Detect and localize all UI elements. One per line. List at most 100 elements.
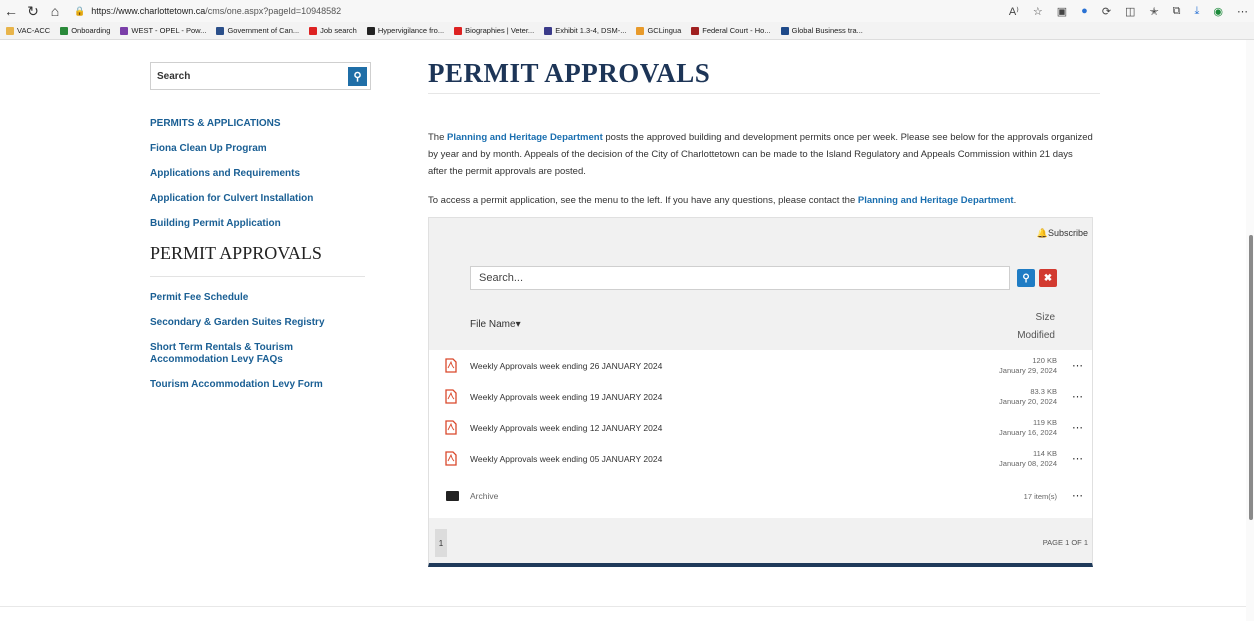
- sidebar-heading: PERMIT APPROVALS: [150, 243, 365, 277]
- bookmark-icon: [636, 26, 645, 35]
- bookmark-item[interactable]: Global Business tra...: [780, 26, 863, 35]
- bookmark-item[interactable]: VAC-ACC: [6, 26, 50, 35]
- archive-folder-name[interactable]: Archive: [470, 491, 498, 501]
- close-icon: ✖: [1043, 272, 1053, 284]
- planning-dept-contact-link[interactable]: Planning and Heritage Department: [858, 195, 1014, 206]
- address-bar[interactable]: 🔒 https://www.charlottetown.ca/cms/one.a…: [74, 6, 341, 17]
- browser-toolbar: ← ↻ ⌂ 🔒 https://www.charlottetown.ca/cms…: [0, 0, 1254, 22]
- sidebar-search[interactable]: Search ⚲: [150, 62, 371, 90]
- sort-by-filename[interactable]: File Name▾: [470, 319, 521, 330]
- file-size: 119 KB: [1032, 418, 1057, 427]
- read-aloud-icon[interactable]: A⁾: [1009, 5, 1019, 18]
- home-icon[interactable]: ⌂: [44, 0, 66, 22]
- downloads-icon[interactable]: ⤓: [1195, 5, 1200, 18]
- file-search-input[interactable]: Search...: [470, 266, 1010, 290]
- size-modified-header[interactable]: Size Modified: [1017, 309, 1055, 345]
- file-date: January 29, 2024: [999, 366, 1057, 375]
- bookmark-label: Global Business tra...: [791, 26, 863, 35]
- file-name[interactable]: Weekly Approvals week ending 12 JANUARY …: [470, 423, 662, 433]
- browser-actions: A⁾ ☆ ▣ ● ⟳ ◫ ✭ ⧉ ⤓ ◉ ⋯: [1009, 0, 1248, 22]
- bookmark-label: GCLingua: [647, 26, 682, 35]
- access-text-start: To access a permit application, see the …: [428, 195, 858, 206]
- sidebar-link[interactable]: Building Permit Application: [150, 218, 372, 230]
- page-indicator: PAGE 1 OF 1: [1042, 538, 1088, 547]
- url-path: /cms/one.aspx?pageId=10948582: [205, 6, 342, 16]
- bookmark-item[interactable]: Federal Court - Ho...: [691, 26, 771, 35]
- subscribe-button[interactable]: 🔔Subscribe: [1037, 228, 1088, 239]
- file-name[interactable]: Weekly Approvals week ending 05 JANUARY …: [470, 454, 662, 464]
- bell-icon: 🔔: [1036, 228, 1048, 238]
- collections-icon[interactable]: ⧉: [1173, 5, 1181, 18]
- planning-dept-link[interactable]: Planning and Heritage Department: [447, 132, 603, 143]
- bookmark-label: Exhibit 1.3-4, DSM-...: [555, 26, 627, 35]
- bookmark-item[interactable]: Job search: [309, 26, 357, 35]
- refresh-icon[interactable]: ↻: [22, 0, 44, 22]
- bookmark-label: VAC-ACC: [17, 26, 51, 35]
- file-size: 120 KB: [1032, 356, 1057, 365]
- file-name[interactable]: Weekly Approvals week ending 26 JANUARY …: [470, 361, 662, 371]
- favorites-list-icon[interactable]: ✭: [1149, 5, 1158, 18]
- file-meta: 114 KB January 08, 2024: [999, 449, 1057, 469]
- bookmark-icon: [544, 26, 553, 35]
- row-menu-icon[interactable]: ⋯: [1072, 489, 1084, 502]
- bookmark-item[interactable]: WEST - OPEL - Pow...: [120, 26, 206, 35]
- left-sidebar: Search ⚲ PERMITS & APPLICATIONS Fiona Cl…: [150, 62, 372, 404]
- pdf-icon: [445, 389, 457, 404]
- file-row[interactable]: Weekly Approvals week ending 19 JANUARY …: [429, 381, 1092, 412]
- sidebar-link[interactable]: Application for Culvert Installation: [150, 193, 372, 205]
- pagination: 1 PAGE 1 OF 1: [429, 524, 1092, 562]
- sidebar-link[interactable]: Fiona Clean Up Program: [150, 143, 372, 155]
- extension-icon[interactable]: ▣: [1057, 5, 1067, 18]
- sync-icon[interactable]: ⟳: [1102, 5, 1111, 18]
- sidebar-link[interactable]: Tourism Accommodation Levy Form: [150, 379, 372, 391]
- folder-icon: [446, 491, 459, 501]
- file-size: 114 KB: [1032, 449, 1057, 458]
- copilot-icon[interactable]: ●: [1081, 5, 1088, 17]
- profile-icon[interactable]: ◉: [1213, 5, 1223, 18]
- bookmark-item[interactable]: Onboarding: [60, 26, 110, 35]
- bookmark-label: Hypervigilance fro...: [377, 26, 445, 35]
- sidebar-link[interactable]: PERMITS & APPLICATIONS: [150, 118, 372, 130]
- bookmark-item[interactable]: Exhibit 1.3-4, DSM-...: [544, 26, 626, 35]
- file-name[interactable]: Weekly Approvals week ending 19 JANUARY …: [470, 392, 662, 402]
- bookmark-label: Federal Court - Ho...: [702, 26, 771, 35]
- scrollbar-thumb[interactable]: [1249, 235, 1253, 520]
- file-row[interactable]: Weekly Approvals week ending 05 JANUARY …: [429, 443, 1092, 474]
- search-icon[interactable]: ⚲: [348, 66, 367, 86]
- clear-search-button[interactable]: ✖: [1039, 269, 1057, 287]
- file-search-button[interactable]: ⚲: [1017, 269, 1035, 287]
- bookmark-icon: [366, 26, 375, 35]
- row-menu-icon[interactable]: ⋯: [1072, 390, 1084, 403]
- bookmark-item[interactable]: Biographies | Veter...: [454, 26, 534, 35]
- sidebar-link[interactable]: Applications and Requirements: [150, 168, 372, 180]
- row-menu-icon[interactable]: ⋯: [1072, 421, 1084, 434]
- file-list-panel: 🔔Subscribe Search... ⚲ ✖ File Name▾ Size…: [428, 217, 1093, 567]
- bookmark-item[interactable]: Hypervigilance fro...: [366, 26, 445, 35]
- modified-header[interactable]: Modified: [1017, 327, 1055, 345]
- access-text-end: .: [1013, 195, 1017, 206]
- row-menu-icon[interactable]: ⋯: [1072, 359, 1084, 372]
- sidebar-link[interactable]: Short Term Rentals & Tourism Accommodati…: [150, 342, 320, 366]
- bookmark-icon: [691, 26, 700, 35]
- row-menu-icon[interactable]: ⋯: [1072, 452, 1084, 465]
- file-row[interactable]: Weekly Approvals week ending 12 JANUARY …: [429, 412, 1092, 443]
- archive-row[interactable]: Archive 17 item(s) ⋯: [429, 474, 1092, 518]
- scrollbar[interactable]: [1246, 40, 1254, 621]
- file-row[interactable]: Weekly Approvals week ending 26 JANUARY …: [429, 350, 1092, 381]
- page-1-button[interactable]: 1: [435, 529, 447, 557]
- more-options-icon[interactable]: ⋯: [1237, 5, 1248, 18]
- favorite-star-icon[interactable]: ☆: [1033, 5, 1043, 18]
- sidebar-link[interactable]: Secondary & Garden Suites Registry: [150, 317, 372, 329]
- file-meta: 83.3 KB January 20, 2024: [999, 387, 1057, 407]
- size-header[interactable]: Size: [1017, 309, 1055, 327]
- bookmarks-bar: VAC-ACC Onboarding WEST - OPEL - Pow... Gov…: [0, 22, 1254, 40]
- split-screen-icon[interactable]: ◫: [1125, 5, 1135, 18]
- archive-count: 17 item(s): [1023, 492, 1057, 501]
- sidebar-search-input[interactable]: Search: [157, 71, 190, 82]
- sidebar-link[interactable]: Permit Fee Schedule: [150, 292, 372, 304]
- page-title: PERMIT APPROVALS: [428, 58, 1100, 94]
- bookmark-label: Onboarding: [71, 26, 111, 35]
- back-icon[interactable]: ←: [0, 0, 22, 22]
- bookmark-item[interactable]: Government of Can...: [216, 26, 299, 35]
- bookmark-item[interactable]: GCLingua: [636, 26, 681, 35]
